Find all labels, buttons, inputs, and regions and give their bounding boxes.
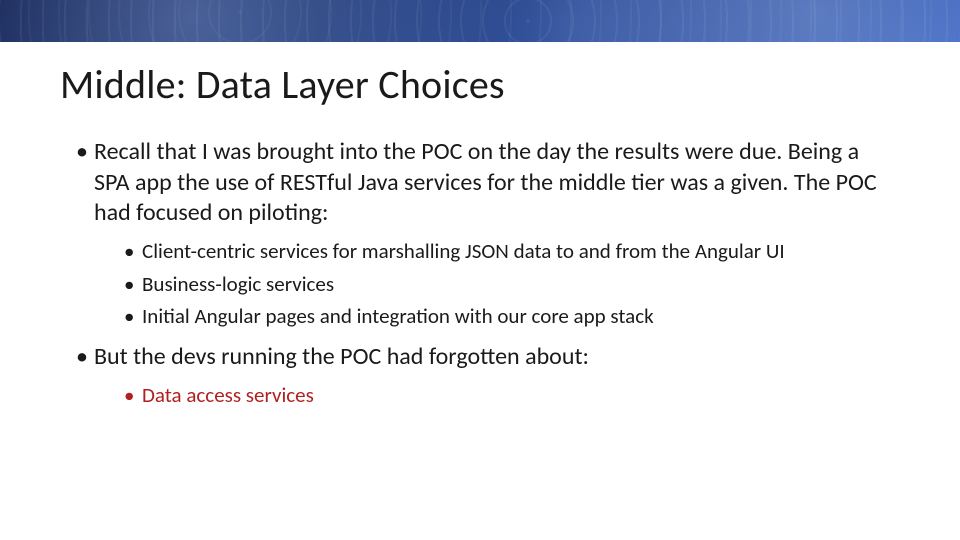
sub-bullet-text: Initial Angular pages and integration wi…	[142, 303, 654, 329]
sub-bullet-text: Client-centric services for marshalling …	[142, 238, 785, 264]
sub-bullet-text: Business-logic services	[142, 271, 334, 297]
bullet-item: Recall that I was brought into the POC o…	[76, 137, 900, 330]
slide-title: Middle: Data Layer Choices	[60, 60, 900, 109]
slide-banner	[0, 0, 960, 42]
slide-body: Middle: Data Layer Choices Recall that I…	[0, 42, 960, 409]
bullet-text: Recall that I was brought into the POC o…	[94, 137, 877, 227]
sub-bullet-list: Data access services	[94, 381, 900, 409]
bullet-list: Recall that I was brought into the POC o…	[60, 137, 900, 409]
sub-bullet-text: Data access services	[142, 382, 314, 408]
sub-bullet-item: Client-centric services for marshalling …	[124, 237, 900, 265]
sub-bullet-item: Business-logic services	[124, 270, 900, 298]
sub-bullet-item: Initial Angular pages and integration wi…	[124, 302, 900, 330]
sub-bullet-list: Client-centric services for marshalling …	[94, 237, 900, 330]
bullet-item: But the devs running the POC had forgott…	[76, 342, 900, 409]
bullet-text: But the devs running the POC had forgott…	[94, 342, 589, 371]
sub-bullet-item-emphasis: Data access services	[124, 381, 900, 409]
